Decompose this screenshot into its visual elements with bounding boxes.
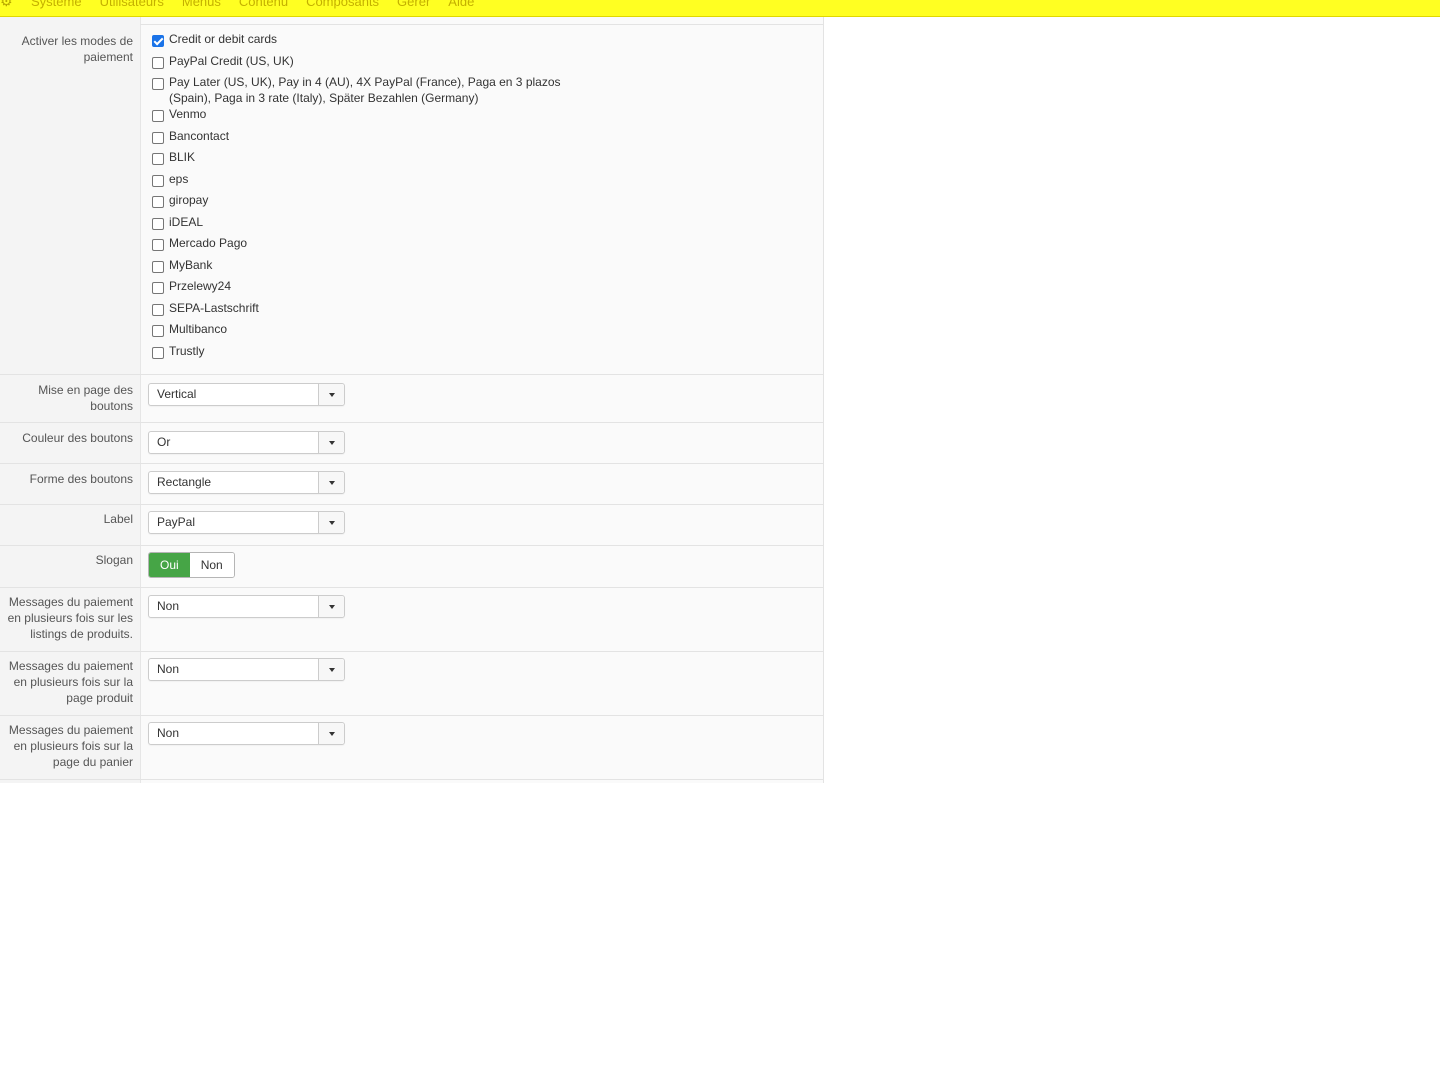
checkbox[interactable] [152,260,164,273]
messages-cart-select[interactable]: Non [148,722,345,745]
dropdown-arrow-icon[interactable] [318,512,344,533]
menu-item-system[interactable]: Système [31,0,82,9]
checkbox[interactable] [152,303,164,316]
dropdown-arrow-icon[interactable] [318,596,344,617]
button-color-select[interactable]: Or [148,431,345,454]
button-label-select[interactable]: PayPal [148,511,345,534]
payment-option[interactable]: BLIK [152,149,572,165]
slogan-toggle: Oui Non [148,552,235,578]
payment-modes-checklist: Credit or debit cards PayPal Credit (US,… [152,31,572,359]
payment-modes-label: Activer les modes de paiement [21,34,133,64]
checkbox[interactable] [152,217,164,230]
row-messages-product: Messages du paiement en plusieurs fois s… [0,652,823,716]
admin-menubar: ⚙ Système Utilisateurs Menus Contenu Com… [0,0,1440,17]
checkbox[interactable] [152,282,164,294]
checkbox-checked[interactable] [152,35,164,47]
dropdown-arrow-icon[interactable] [318,384,344,405]
payment-option[interactable]: Credit or debit cards [152,31,572,47]
menu-item-components[interactable]: Composants [306,0,379,9]
payment-option[interactable]: Trustly [152,343,572,359]
slogan-yes-button[interactable]: Oui [149,553,190,577]
select-value: Or [157,435,171,449]
payment-option[interactable]: SEPA-Lastschrift [152,300,572,316]
checkbox[interactable] [152,153,164,165]
payment-option[interactable]: Przelewy24 [152,278,572,294]
button-label-label: Label [103,512,133,526]
button-shape-select[interactable]: Rectangle [148,471,345,494]
payment-option[interactable]: iDEAL [152,214,572,230]
payment-option[interactable]: MyBank [152,257,572,273]
payment-option[interactable]: Venmo [152,106,572,122]
select-value: Non [157,726,180,740]
payment-option[interactable]: Mercado Pago [152,235,572,251]
messages-product-label: Messages du paiement en plusieurs fois s… [8,659,133,705]
menu-item-users[interactable]: Utilisateurs [100,0,164,9]
payment-option[interactable]: giropay [152,192,572,208]
payment-option[interactable]: Bancontact [152,128,572,144]
checkbox[interactable] [152,196,164,208]
dropdown-arrow-icon[interactable] [318,472,344,493]
checkbox[interactable] [152,56,164,69]
dropdown-arrow-icon[interactable] [318,659,344,680]
slogan-no-button[interactable]: Non [189,553,234,577]
row-button-label: Label PayPal [0,505,823,546]
messages-product-select[interactable]: Non [148,658,345,681]
menu-item-help[interactable]: Aide [448,0,474,9]
settings-form-panel: Activer les modes de paiement Credit or … [0,17,824,783]
dropdown-arrow-icon[interactable] [318,432,344,453]
menu-item-menus[interactable]: Menus [182,0,221,9]
row-slogan: Slogan Oui Non [0,546,823,588]
menu-item-manage[interactable]: Gérer [397,0,430,9]
checkbox[interactable] [152,78,164,90]
slogan-label: Slogan [95,553,133,567]
checkbox[interactable] [152,346,164,359]
payment-option[interactable]: Multibanco [152,321,572,337]
button-color-label: Couleur des boutons [22,431,133,445]
messages-cart-label: Messages du paiement en plusieurs fois s… [8,723,133,769]
row-payment-modes: Activer les modes de paiement Credit or … [0,24,823,375]
select-value: Non [157,599,180,613]
select-value: PayPal [157,515,196,529]
payment-option[interactable]: Pay Later (US, UK), Pay in 4 (AU), 4X Pa… [152,74,572,106]
messages-listings-select[interactable]: Non [148,595,345,618]
menu-item-content[interactable]: Contenu [239,0,288,9]
select-value: Rectangle [157,475,212,489]
row-messages-cart: Messages du paiement en plusieurs fois s… [0,716,823,780]
row-messages-listings: Messages du paiement en plusieurs fois s… [0,588,823,652]
payment-option[interactable]: eps [152,171,572,187]
button-shape-label: Forme des boutons [29,472,133,486]
row-button-color: Couleur des boutons Or [0,423,823,464]
select-value: Vertical [157,387,197,401]
messages-listings-label: Messages du paiement en plusieurs fois s… [7,595,133,641]
select-value: Non [157,662,180,676]
row-button-shape: Forme des boutons Rectangle [0,464,823,505]
checkbox[interactable] [152,174,164,187]
checkbox[interactable] [152,110,164,122]
checkbox[interactable] [152,325,164,337]
dropdown-arrow-icon[interactable] [318,723,344,744]
joomla-logo-icon[interactable]: ⚙ [0,0,13,10]
checkbox[interactable] [152,239,164,251]
button-layout-label: Mise en page des boutons [38,383,133,413]
button-layout-select[interactable]: Vertical [148,383,345,406]
payment-option[interactable]: PayPal Credit (US, UK) [152,53,572,69]
main-menu: Système Utilisateurs Menus Contenu Compo… [31,0,474,9]
row-button-layout: Mise en page des boutons Vertical [0,375,823,423]
checkbox[interactable] [152,131,164,144]
